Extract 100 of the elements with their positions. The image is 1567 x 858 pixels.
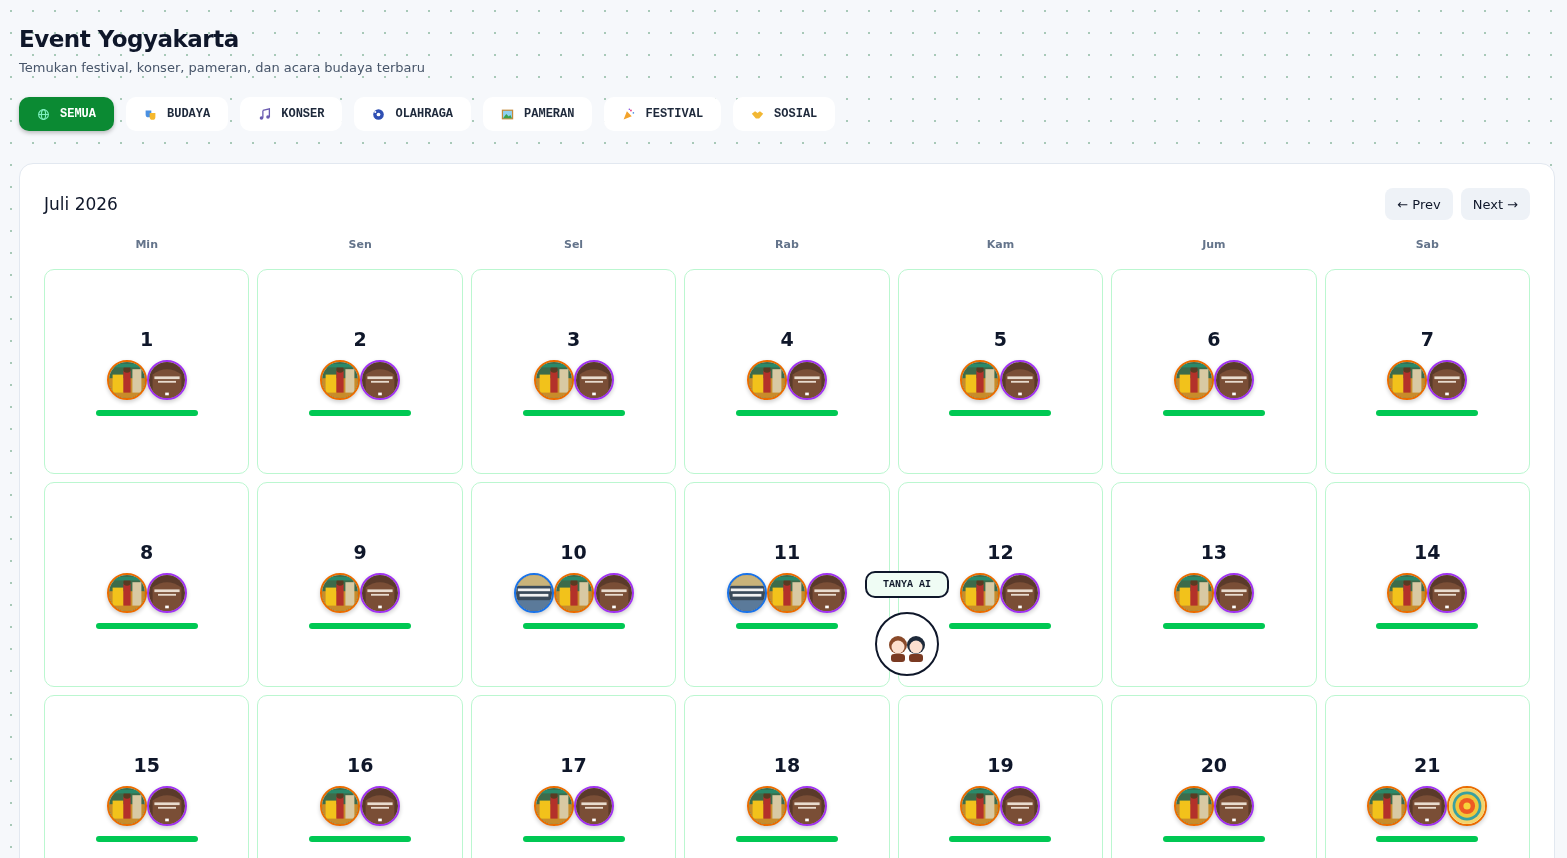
day-cell[interactable]: 16 <box>257 695 463 858</box>
day-number: 19 <box>987 753 1014 776</box>
event-thumbnail[interactable] <box>960 572 1001 613</box>
event-thumbnail[interactable] <box>727 572 767 613</box>
day-cell[interactable]: 21 <box>1324 695 1530 858</box>
event-thumbnail[interactable] <box>106 785 147 826</box>
day-cell[interactable]: 5 <box>897 269 1104 474</box>
day-cell[interactable]: 20 <box>1111 695 1317 858</box>
day-number: 2 <box>353 327 367 350</box>
day-number: 1 <box>140 327 154 350</box>
event-thumbnail[interactable] <box>106 359 147 400</box>
category-tab[interactable]: FESTIVAL <box>604 97 722 131</box>
day-number: 4 <box>780 327 794 350</box>
day-number: 21 <box>1414 753 1441 776</box>
event-thumbnail[interactable] <box>1000 572 1041 613</box>
event-thumbnail[interactable] <box>1173 572 1214 613</box>
weekday-label: Rab <box>775 238 799 251</box>
event-thumbnail[interactable] <box>1367 785 1408 826</box>
day-cell[interactable]: 1 <box>44 269 250 474</box>
event-thumbnail[interactable] <box>1387 572 1428 613</box>
category-tab[interactable]: KONSER <box>240 97 343 131</box>
weekday-label: Sen <box>348 238 372 251</box>
event-thumbnail[interactable] <box>1447 785 1488 826</box>
event-thumbnail[interactable] <box>533 359 574 400</box>
day-number: 11 <box>773 540 801 563</box>
event-thumbnail[interactable] <box>146 572 187 613</box>
event-thumbnail[interactable] <box>747 359 787 400</box>
event-thumbnail[interactable] <box>1173 359 1214 400</box>
event-thumbnail[interactable] <box>106 572 147 613</box>
event-thumbnail[interactable] <box>360 572 401 613</box>
event-thumbnail[interactable] <box>1407 785 1448 826</box>
day-cell[interactable]: 2 <box>257 269 463 474</box>
day-number: 7 <box>1420 327 1434 350</box>
event-thumbnail[interactable] <box>593 572 634 613</box>
event-thumbnail[interactable] <box>1000 359 1041 400</box>
event-thumbnail[interactable] <box>146 359 187 400</box>
day-cell[interactable]: 4 <box>684 269 890 474</box>
weekday-label: Jum <box>1202 238 1226 251</box>
event-thumbnail[interactable] <box>360 359 401 400</box>
day-number: 16 <box>346 753 374 776</box>
event-thumbnail[interactable] <box>513 572 554 613</box>
day-cell[interactable]: 19 <box>897 695 1104 858</box>
day-cell[interactable]: 10 <box>470 482 677 687</box>
day-number: 13 <box>1200 540 1228 563</box>
day-number: 12 <box>987 540 1014 563</box>
day-cell[interactable]: 18 <box>684 695 890 858</box>
day-cell[interactable]: 15 <box>44 695 250 858</box>
weekday-label: Sel <box>564 238 584 251</box>
event-thumbnail[interactable] <box>573 359 614 400</box>
event-thumbnail[interactable] <box>1213 359 1254 400</box>
category-tab[interactable]: PAMERAN <box>483 97 593 131</box>
day-number: 5 <box>993 327 1008 350</box>
event-thumbnail[interactable] <box>787 359 827 400</box>
prev-button[interactable]: ← Prev <box>1385 188 1453 220</box>
event-thumbnail[interactable] <box>807 572 847 613</box>
event-thumbnail[interactable] <box>320 785 361 826</box>
day-cell[interactable]: 14 <box>1324 482 1530 687</box>
event-thumbnail[interactable] <box>533 785 574 826</box>
day-cell[interactable]: 8 <box>44 482 250 687</box>
event-thumbnail[interactable] <box>573 785 614 826</box>
event-thumbnail[interactable] <box>553 572 594 613</box>
event-thumbnail[interactable] <box>360 785 401 826</box>
day-cell[interactable]: 3 <box>470 269 677 474</box>
event-thumbnail[interactable] <box>787 785 827 826</box>
day-number: 14 <box>1414 540 1441 563</box>
month-title: Juli 2026 <box>44 194 118 214</box>
event-thumbnail[interactable] <box>960 359 1001 400</box>
event-thumbnail[interactable] <box>747 785 787 826</box>
event-thumbnail[interactable] <box>1427 572 1468 613</box>
category-tab[interactable]: OLAHRAGA <box>354 97 472 131</box>
day-number: 3 <box>566 327 581 350</box>
event-thumbnail[interactable] <box>960 785 1001 826</box>
day-cell[interactable]: 13 <box>1111 482 1317 687</box>
day-number: 15 <box>133 753 160 776</box>
event-thumbnail[interactable] <box>146 785 187 826</box>
page-title: Event Yogyakarta <box>19 26 240 52</box>
page-subtitle: Temukan festival, konser, pameran, dan acara budaya terbaru <box>19 60 427 75</box>
event-thumbnail[interactable] <box>1000 785 1041 826</box>
tanya-ai-bubble[interactable]: TANYA AI <box>865 571 949 598</box>
category-tab[interactable]: SEMUA <box>19 97 114 131</box>
event-thumbnail[interactable] <box>767 572 807 613</box>
event-thumbnail[interactable] <box>1427 359 1468 400</box>
event-thumbnail[interactable] <box>1387 359 1428 400</box>
day-number: 20 <box>1200 753 1228 776</box>
event-thumbnail[interactable] <box>1173 785 1214 826</box>
weekday-label: Kam <box>986 238 1015 251</box>
event-thumbnail[interactable] <box>1213 572 1254 613</box>
day-number: 18 <box>773 753 801 776</box>
day-cell[interactable]: 17 <box>470 695 677 858</box>
event-thumbnail[interactable] <box>320 572 361 613</box>
category-tab[interactable]: BUDAYA <box>126 97 229 131</box>
day-number: 8 <box>140 540 154 563</box>
masks-icon <box>144 107 157 121</box>
category-tab[interactable]: SOSIAL <box>733 97 836 131</box>
event-thumbnail[interactable] <box>1213 785 1254 826</box>
day-cell[interactable]: 6 <box>1111 269 1317 474</box>
next-button[interactable]: Next → <box>1460 188 1530 220</box>
event-thumbnail[interactable] <box>320 359 361 400</box>
day-cell[interactable]: 9 <box>257 482 463 687</box>
day-cell[interactable]: 7 <box>1324 269 1530 474</box>
